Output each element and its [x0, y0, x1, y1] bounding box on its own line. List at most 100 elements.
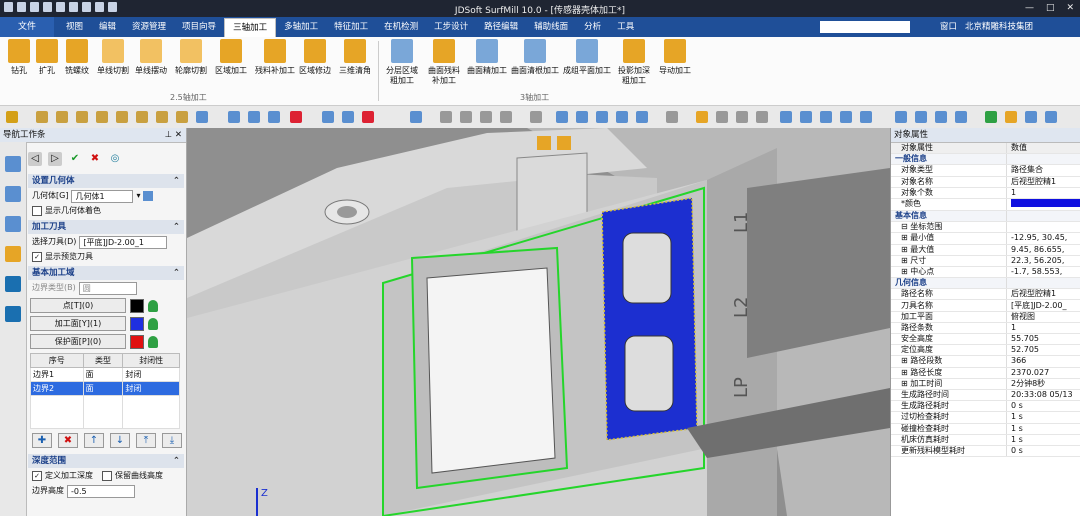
section-depth[interactable]: 深度范围 ⌃ [28, 454, 184, 468]
tab-edit[interactable]: 编辑 [91, 17, 124, 37]
property-row[interactable]: ⊞ 中心点 -1.7, 58.553, [891, 266, 1080, 279]
move-icon[interactable] [895, 111, 907, 123]
property-row[interactable]: 安全高度 55.705 [891, 333, 1080, 346]
layers-icon[interactable] [1025, 111, 1037, 123]
ream-button[interactable]: 扩孔 [30, 39, 64, 76]
layer-rough-button[interactable]: 分层区域 粗加工 [382, 39, 422, 86]
view-axis-icon[interactable] [557, 136, 571, 150]
single-line-cut-button[interactable]: 单线切割 [96, 39, 130, 76]
snap-icon[interactable] [6, 111, 18, 123]
tab-inspection[interactable]: 在机检测 [376, 17, 426, 37]
copy-icon[interactable] [915, 111, 927, 123]
point-visible-icon[interactable] [148, 299, 158, 312]
single-line-swing-button[interactable]: 单线摆动 [134, 39, 168, 76]
tab-path-edit[interactable]: 路径编辑 [476, 17, 526, 37]
light-icon[interactable] [985, 111, 997, 123]
property-row[interactable]: 机床仿真耗时 1 s [891, 434, 1080, 446]
tab-3axis[interactable]: 三轴加工 [224, 18, 277, 37]
area-trim-button[interactable]: 区域修边 [298, 39, 332, 76]
move-bottom-icon[interactable]: ⤓ [162, 433, 182, 448]
view3-icon[interactable] [756, 111, 768, 123]
3d-corner-button[interactable]: 三维清角 [338, 39, 372, 76]
protect-surface-color-swatch[interactable] [130, 334, 144, 349]
shape2-icon[interactable] [248, 111, 260, 123]
surface-finish-button[interactable]: 曲面精加工 [466, 39, 508, 76]
file-menu[interactable]: 文件 [0, 17, 54, 37]
view2-icon[interactable] [736, 111, 748, 123]
pick-geometry-icon[interactable] [143, 191, 154, 201]
layer-icon[interactable] [440, 111, 452, 123]
zoom-icon[interactable] [780, 111, 792, 123]
property-row[interactable]: ⊞ 加工时间 2分钟8秒 [891, 378, 1080, 390]
protect-surface-visible-icon[interactable] [148, 335, 158, 348]
property-row[interactable]: ⊞ 最小值 -12.95, 30.45, [891, 232, 1080, 245]
property-row[interactable]: ⊞ 最大值 9.45, 86.655, [891, 244, 1080, 256]
property-row[interactable]: 对象名称 后视型腔精1 [891, 176, 1080, 188]
remove-icon[interactable]: ✖ [58, 433, 78, 448]
property-row[interactable]: 生成路径耗时 0 s [891, 400, 1080, 413]
machining-surface-color-swatch[interactable] [130, 316, 144, 331]
table-row[interactable]: 边界2 面 封闭 [30, 381, 180, 396]
camera-icon[interactable] [5, 276, 21, 292]
edit-icon[interactable] [342, 111, 354, 123]
settings-icon[interactable] [1045, 111, 1057, 123]
tab-project-wizard[interactable]: 项目向导 [174, 17, 224, 37]
section-tool[interactable]: 加工刀具 ⌃ [28, 220, 184, 234]
layer4-icon[interactable] [500, 111, 512, 123]
offset-icon[interactable] [176, 111, 188, 123]
property-row[interactable]: ⊟ 坐标范围 [891, 221, 1080, 234]
window-menu[interactable]: 窗口 [940, 17, 957, 37]
surface-tool-icon[interactable] [196, 111, 208, 123]
property-row[interactable]: 生成路径时间 20:33:08 05/13 [891, 389, 1080, 402]
property-row[interactable]: 过切检查耗时 1 s [891, 411, 1080, 424]
move-top-icon[interactable]: ⤒ [136, 433, 156, 448]
property-row[interactable]: 更新残料模型耗时 0 s [891, 445, 1080, 458]
shape3-icon[interactable] [268, 111, 280, 123]
property-row[interactable]: 刀具名称 [平底]JD-2.00_ [891, 299, 1080, 312]
geometry-select[interactable]: 几何体1 [71, 189, 134, 203]
property-group[interactable]: 基本信息 [891, 210, 1080, 223]
trim-tool-icon[interactable] [290, 111, 302, 123]
circle-3pt-icon[interactable] [136, 111, 148, 123]
show-geometry-shading-checkbox[interactable] [32, 206, 42, 216]
tab-resources[interactable]: 资源管理 [124, 17, 174, 37]
table-row[interactable]: 边界1 面 封闭 [30, 367, 180, 382]
pan-icon[interactable] [840, 111, 852, 123]
tab-tools[interactable]: 工具 [609, 17, 642, 37]
circle-icon[interactable] [116, 111, 128, 123]
property-group[interactable]: 一般信息 [891, 153, 1080, 166]
view1-icon[interactable] [716, 111, 728, 123]
wire-icon[interactable] [596, 111, 608, 123]
define-depth-checkbox[interactable]: ✓ [32, 471, 42, 481]
confirm-icon[interactable]: ✔ [68, 152, 82, 166]
point-color-swatch[interactable] [130, 298, 144, 313]
search-input[interactable] [820, 21, 910, 33]
boundary-type-select[interactable]: 圆 [78, 281, 137, 295]
corner-tool-icon[interactable] [156, 111, 168, 123]
array-icon[interactable] [955, 111, 967, 123]
surface-corner-button[interactable]: 曲面清根加工 [510, 39, 560, 76]
line-icon[interactable] [36, 111, 48, 123]
shade-icon[interactable] [576, 111, 588, 123]
rotate-icon[interactable] [860, 111, 872, 123]
property-row[interactable]: *颜色 [891, 198, 1080, 211]
property-row[interactable]: ⊞ 路径段数 366 [891, 355, 1080, 368]
back-icon[interactable]: ◁ [28, 152, 42, 166]
show-tool-preview-checkbox[interactable]: ✓ [32, 252, 42, 262]
cross-icon[interactable] [96, 111, 108, 123]
add-icon[interactable]: ✚ [32, 433, 52, 448]
property-row[interactable]: 路径名称 后视型腔精1 [891, 288, 1080, 301]
boundary-height-input[interactable]: -0.5 [67, 484, 135, 498]
report-icon[interactable] [5, 246, 21, 262]
grid-icon[interactable] [666, 111, 678, 123]
segment-icon[interactable] [76, 111, 88, 123]
layer3-icon[interactable] [480, 111, 492, 123]
property-row[interactable]: 路径条数 1 [891, 322, 1080, 335]
measure-icon[interactable] [322, 111, 334, 123]
mirror-icon[interactable] [935, 111, 947, 123]
tool-select[interactable]: [平底]JD-2.00_1 [79, 235, 168, 249]
solid-icon[interactable] [636, 111, 648, 123]
polyline-icon[interactable] [56, 111, 68, 123]
rest-machining-button[interactable]: 残料补加工 [254, 39, 296, 76]
close-button[interactable]: ✕ [1066, 3, 1074, 13]
